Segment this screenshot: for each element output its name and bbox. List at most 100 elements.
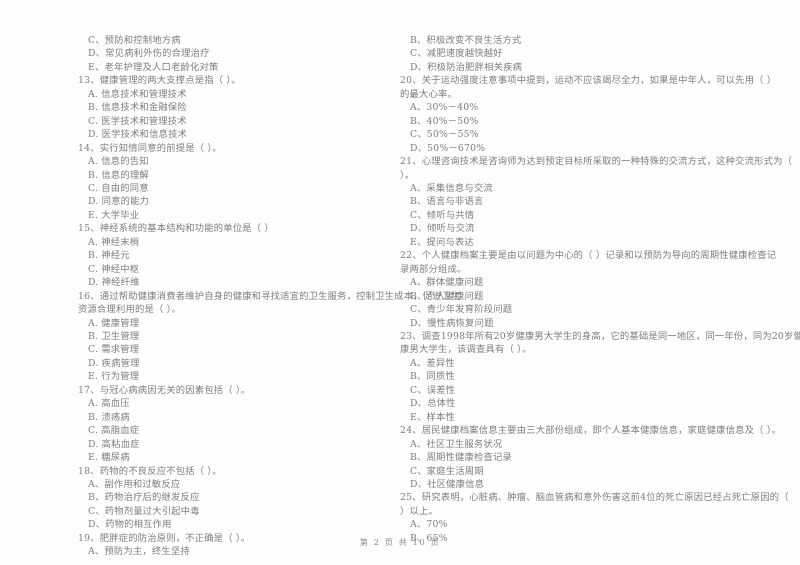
option-line: C、倾听与共情 <box>410 209 475 221</box>
question-block: 24、居民健康档案信息主要由三大部份组成，即个人基本健康信息，家庭健康信息及（ … <box>400 424 781 491</box>
question-number: 20、 <box>400 75 422 87</box>
question-text: 居民健康档案信息主要由三大部份组成，即个人基本健康信息，家庭健康信息及（ ）。 <box>421 425 782 437</box>
option-line: B. 信息技术和金融保险 <box>88 102 187 114</box>
question-stem: 16、通过帮助健康消费者维护自身的健康和寻找适宜的卫生服务，控制卫生成本，促进卫… <box>78 290 460 303</box>
option-line: B、40%－50% <box>410 115 479 127</box>
option-line: A、30%－40% <box>410 102 479 114</box>
question-stem-continued: ）以上。 <box>400 505 438 517</box>
question-number: 21、 <box>400 156 422 168</box>
question-block: 17、与冠心病病因无关的因素包括（ ）。 A. 高血压 B. 溃疡病 C. 高脂… <box>78 384 398 465</box>
question-stem-continued: 资源合理利用的是（ ）。 <box>78 304 181 316</box>
question-text: 关于运动强度注意事项中提到，运动不应该竭尽全力，如果是中年人，可以先用（ ） <box>421 75 777 87</box>
option-line: B. 溃疡病 <box>88 411 130 423</box>
option-line: B、周期性健康检查记录 <box>410 452 513 464</box>
option-line: A. 健康管理 <box>88 317 140 329</box>
question-stem: 20、关于运动强度注意事项中提到，运动不应该竭尽全力，如果是中年人，可以先用（ … <box>400 74 776 87</box>
question-block: 13、健康管理的两大支撑点是指（ ）。 A. 信息技术和管理技术 B. 信息技术… <box>78 74 398 141</box>
question-block: 16、通过帮助健康消费者维护自身的健康和寻找适宜的卫生服务，控制卫生成本，促进卫… <box>78 290 460 384</box>
option-line: C. 神经中枢 <box>88 263 140 275</box>
option-line: E. 糖尿病 <box>88 452 130 464</box>
question-text: 实行知情同意的前提是（ ）。 <box>99 142 222 154</box>
option-line: A. 高血压 <box>88 398 130 410</box>
option-line: C. 高脂血症 <box>88 425 140 437</box>
question-stem: 23、调查1998年所有20岁健康男大学生的身高，它的基础是同一地区，同一年份，… <box>400 330 800 343</box>
question-number: 13、 <box>78 75 100 87</box>
option-line: C. 需求管理 <box>88 344 140 356</box>
option-line: C、50%－55% <box>410 129 479 141</box>
option-line: D、积极防治肥胖相关疾病 <box>410 61 523 73</box>
option-line: D. 高粘血症 <box>88 438 140 450</box>
option-line: B、积极改变不良生活方式 <box>410 35 522 46</box>
option-line: B、个人健康问题 <box>410 290 484 302</box>
question-block: 23、调查1998年所有20岁健康男大学生的身高，它的基础是同一地区，同一年份，… <box>400 330 800 424</box>
question-block: 21、心理咨询技术是咨询师为达到预定目标所采取的一种特殊的交流方式，这种交流形式… <box>400 155 792 249</box>
option-line: D. 同意的能力 <box>88 196 150 208</box>
question-block: 15、神经系统的基本结构和功能的单位是（ ） A. 神经末梢 B. 神经元 C.… <box>78 222 398 289</box>
option-line: D、50%－670% <box>410 142 486 154</box>
option-line: B、语言与非语言 <box>410 196 484 208</box>
option-line: A. 信息技术和管理技术 <box>88 88 187 100</box>
option-line: A、群体健康问题 <box>410 277 484 289</box>
option-line: A. 信息的告知 <box>88 156 149 168</box>
question-number: 22、 <box>400 250 422 262</box>
question-stem: 21、心理咨询技术是咨询师为达到预定目标所采取的一种特殊的交流方式，这种交流形式… <box>400 155 792 168</box>
question-stem-continued: 康男大学生，该调查具有（ ）。 <box>400 344 532 356</box>
question-number: 24、 <box>400 425 422 437</box>
question-stem: 15、神经系统的基本结构和功能的单位是（ ） <box>78 222 398 235</box>
option-line: D. 医学技术和信息技术 <box>88 129 188 141</box>
question-text: 研究表明，心脏病、肿瘤、脑血管病和意外伤害这前4位的死亡原因已经占死亡原因的（ <box>421 492 789 504</box>
question-stem: 22、个人健康档案主要是由以问题为中心的（ ）记录和以预防为导向的周期性健康检查… <box>400 249 776 262</box>
option-line: A、社区卫生服务状况 <box>410 438 503 450</box>
question-stem: 14、实行知情同意的前提是（ ）。 <box>78 142 398 155</box>
option-line: B. 信息的理解 <box>88 169 149 181</box>
option-line: A、差异性 <box>410 357 455 369</box>
option-line: D、慢性病恢复问题 <box>410 317 494 329</box>
option-line: C、家庭生活周期 <box>410 465 484 477</box>
option-line: C、减肥速度越快越好 <box>410 48 503 60</box>
question-number: 23、 <box>400 330 422 342</box>
scanned-page: C、预防和控制地方病 D、常见病利外伤的合理治疗 E、老年护理及人口老龄化对策 … <box>0 0 800 565</box>
question-number: 18、 <box>78 465 100 477</box>
option-line: C、药物剂量过大引起中毒 <box>88 505 200 517</box>
option-line: A、副作用和过敏反应 <box>88 478 181 490</box>
option-line: E、样本性 <box>410 411 455 423</box>
option-line: D. 疾病管理 <box>88 357 140 369</box>
option-line: B、药物治疗后的继发反应 <box>88 492 200 504</box>
option-line: B、同质性 <box>410 371 456 383</box>
option-line: D. 神经纤维 <box>88 277 140 289</box>
question-block: 22、个人健康档案主要是由以问题为中心的（ ）记录和以预防为导向的周期性健康检查… <box>400 249 776 330</box>
option-line: C、预防和控制地方病 <box>88 35 181 46</box>
question-stem: 25、研究表明，心脏病、肿瘤、脑血管病和意外伤害这前4位的死亡原因已经占死亡原因… <box>400 491 789 504</box>
question-text: 药物的不良反应不包括（ ）。 <box>99 465 222 477</box>
question-stem: 18、药物的不良反应不包括（ ）。 <box>78 465 398 478</box>
option-line: E、提问与表达 <box>410 236 474 248</box>
carryover-options-right: B、积极改变不良生活方式 C、减肥速度越快越好 D、积极防治肥胖相关疾病 <box>400 34 745 74</box>
option-line: A、采集信息与交流 <box>410 182 493 194</box>
question-text: 与冠心病病因无关的因素包括（ ）。 <box>99 384 251 396</box>
option-line: D、社区健康信息 <box>410 478 485 490</box>
option-line: D、药物的相互作用 <box>88 519 172 531</box>
option-line: B. 卫生管理 <box>88 330 140 342</box>
carryover-options-left: C、预防和控制地方病 D、常见病利外伤的合理治疗 E、老年护理及人口老龄化对策 <box>78 34 398 74</box>
option-line: E. 行为管理 <box>88 371 140 383</box>
question-text: 个人健康档案主要是由以问题为中心的（ ）记录和以预防为导向的周期性健康检查记 <box>421 250 777 262</box>
question-number: 25、 <box>400 492 422 504</box>
left-column: C、预防和控制地方病 D、常见病利外伤的合理治疗 E、老年护理及人口老龄化对策 … <box>78 34 460 559</box>
question-stem-continued: 录两部分组成。 <box>400 263 467 275</box>
question-number: 14、 <box>78 142 100 154</box>
option-line: E、老年护理及人口老龄化对策 <box>88 61 219 73</box>
option-line: D、总体性 <box>410 398 456 410</box>
question-number: 16、 <box>78 290 100 302</box>
option-line: A. 神经末梢 <box>88 236 140 248</box>
question-block: 20、关于运动强度注意事项中提到，运动不应该竭尽全力，如果是中年人，可以先用（ … <box>400 74 776 155</box>
option-line: E. 大学毕业 <box>88 209 140 221</box>
option-line: C. 医学技术和管理技术 <box>88 115 187 127</box>
right-column: B、积极改变不良生活方式 C、减肥速度越快越好 D、积极防治肥胖相关疾病 20、… <box>400 34 800 545</box>
option-line: A、70% <box>410 519 448 531</box>
question-stem-continued: 的最大心率。 <box>400 88 457 100</box>
question-number: 15、 <box>78 223 100 235</box>
question-number: 17、 <box>78 384 100 396</box>
option-line: B. 神经元 <box>88 250 130 262</box>
question-block: 14、实行知情同意的前提是（ ）。 A. 信息的告知 B. 信息的理解 C. 自… <box>78 142 398 223</box>
question-stem: 24、居民健康档案信息主要由三大部份组成，即个人基本健康信息，家庭健康信息及（ … <box>400 424 781 437</box>
